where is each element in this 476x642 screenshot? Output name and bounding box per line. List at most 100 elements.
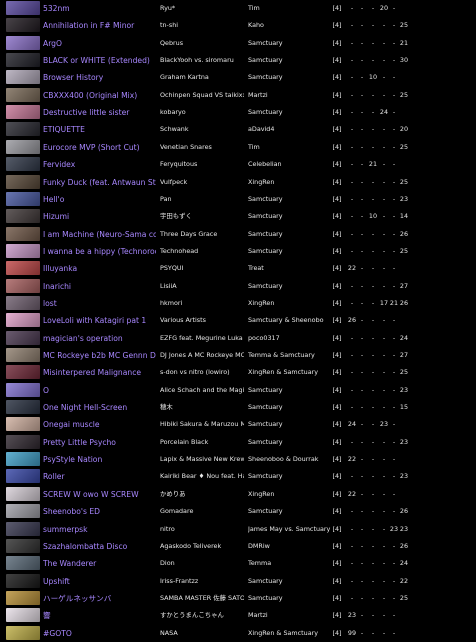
- song-title-link[interactable]: MC Rockeye b2b MC Gennn D kiff: [43, 347, 156, 364]
- table-row[interactable]: ArgO Qebrus Samctuary [4] - - - - -21: [0, 35, 476, 52]
- table-row[interactable]: ハーゲルネッサンバ SAMBA MASTER 佐藤 SATOH Samctuary […: [0, 590, 476, 607]
- song-title-link[interactable]: Fervidex: [43, 156, 156, 173]
- table-row[interactable]: summerpsk nitro James May vs. Samctuary [4]…: [0, 521, 476, 538]
- table-row[interactable]: LoveLoli with Katagiri pat 1 Various Arti…: [0, 312, 476, 329]
- song-title-link[interactable]: Browser History: [43, 69, 156, 86]
- song-title-link[interactable]: Eurocore MVP (Short Cut): [43, 139, 156, 156]
- song-thumbnail[interactable]: [6, 53, 40, 68]
- table-row[interactable]: CBXXX400 (Original Mix) Ochinpen Squad VS…: [0, 87, 476, 104]
- table-row[interactable]: Fervidex Feryquitous Celebelian [4] - -21- -: [0, 156, 476, 173]
- song-title-link[interactable]: Annihilation in F# Minor: [43, 17, 156, 34]
- song-title-link[interactable]: ハーゲルネッサンバ: [43, 590, 156, 607]
- song-title-link[interactable]: summerpsk: [43, 521, 156, 538]
- table-row[interactable]: Pretty Little Psycho Porcelain Black Samct…: [0, 434, 476, 451]
- song-title-link[interactable]: Roller: [43, 468, 156, 485]
- song-title-link[interactable]: Szazhalombatta Disco: [43, 538, 156, 555]
- table-row[interactable]: BLACK or WHITE (Extended) BlackYooh vs. s…: [0, 52, 476, 69]
- song-thumbnail[interactable]: [6, 469, 40, 484]
- table-row[interactable]: One Night Hell-Screen 穂木 Samctuary [4] - - - - -…: [0, 399, 476, 416]
- table-row[interactable]: Inarichi LisiiA Samctuary [4] - - - - -27: [0, 278, 476, 295]
- song-thumbnail[interactable]: [6, 365, 40, 380]
- table-row[interactable]: magician's operation EZFG feat. Megurine …: [0, 330, 476, 347]
- song-title-link[interactable]: SCREW W owo W SCREW: [43, 486, 156, 503]
- song-thumbnail[interactable]: [6, 608, 40, 623]
- song-thumbnail[interactable]: [6, 1, 40, 15]
- song-thumbnail[interactable]: [6, 452, 40, 467]
- song-thumbnail[interactable]: [6, 348, 40, 362]
- song-thumbnail[interactable]: [6, 486, 40, 501]
- song-thumbnail[interactable]: [6, 278, 40, 293]
- song-thumbnail[interactable]: [6, 139, 40, 154]
- table-row[interactable]: Eurocore MVP (Short Cut) Venetian Snares T…: [0, 139, 476, 156]
- table-row[interactable]: Browser History Graham Kartna Samctuary [4]…: [0, 69, 476, 86]
- song-thumbnail[interactable]: [6, 382, 40, 397]
- song-thumbnail[interactable]: [6, 35, 40, 50]
- song-thumbnail[interactable]: [6, 313, 40, 328]
- table-row[interactable]: 響すかとうまんこちゃん Martzi [4] 23- - - -: [0, 607, 476, 624]
- song-title-link[interactable]: Onegai muscle: [43, 416, 156, 433]
- song-title-link[interactable]: Illuyanka: [43, 260, 156, 277]
- song-thumbnail[interactable]: [6, 191, 40, 206]
- song-title-link[interactable]: 響: [43, 607, 156, 624]
- table-row[interactable]: Onegai muscle Hibiki Sakura & Maruzou Mac…: [0, 416, 476, 433]
- song-thumbnail[interactable]: [6, 625, 40, 640]
- table-row[interactable]: Upshift Iriss-Frantzz Samctuary [4] - - - - -22: [0, 573, 476, 590]
- table-row[interactable]: ETIQUETTE Schwank aDavid4 [4] - - - - -20: [0, 121, 476, 138]
- table-row[interactable]: PsyStyle Nation Lapix & Massive New Krew S…: [0, 451, 476, 468]
- song-thumbnail[interactable]: [6, 105, 40, 120]
- song-thumbnail[interactable]: [6, 400, 40, 415]
- song-title-link[interactable]: I am Machine (Neuro-Sama cover): [43, 226, 156, 243]
- table-row[interactable]: Roller Kairiki Bear ♦ Nou feat. Hatsune M…: [0, 468, 476, 485]
- song-thumbnail[interactable]: [6, 18, 40, 33]
- song-title-link[interactable]: #GOTO: [43, 625, 156, 642]
- song-thumbnail[interactable]: [6, 556, 40, 571]
- song-title-link[interactable]: Misinterpered Malignance: [43, 364, 156, 381]
- song-title-link[interactable]: Funky Duck (feat. Antwaun Stanley): [43, 174, 156, 191]
- song-thumbnail[interactable]: [6, 573, 40, 588]
- song-thumbnail[interactable]: [6, 417, 40, 432]
- song-title-link[interactable]: 532nm: [43, 0, 156, 17]
- table-row[interactable]: lost hkmori XingRen [4] - - -17 21 26: [0, 295, 476, 312]
- song-title-link[interactable]: Hell'o: [43, 191, 156, 208]
- song-title-link[interactable]: ETIQUETTE: [43, 121, 156, 138]
- table-row[interactable]: SCREW W owo W SCREW かめりあ XingRen [4] 22- - - -: [0, 486, 476, 503]
- table-row[interactable]: Funky Duck (feat. Antwaun Stanley) Vulfpe…: [0, 174, 476, 191]
- song-title-link[interactable]: I wanna be a hippy (Technoroch Remix): [43, 243, 156, 260]
- table-row[interactable]: I wanna be a hippy (Technoroch Remix) Tec…: [0, 243, 476, 260]
- table-row[interactable]: Misinterpered Malignance s-don vs nitro (…: [0, 364, 476, 381]
- table-row[interactable]: Szazhalombatta Disco Agaskodo Teliverek DM…: [0, 538, 476, 555]
- table-row[interactable]: MC Rockeye b2b MC Gennn D kiff DJ Jones A…: [0, 347, 476, 364]
- table-row[interactable]: Destructive little sister kobaryo Samctuar…: [0, 104, 476, 121]
- table-row[interactable]: Hizumi 宇田もずく Samctuary [4] - -10- -14: [0, 208, 476, 225]
- song-title-link[interactable]: BLACK or WHITE (Extended): [43, 52, 156, 69]
- song-title-link[interactable]: PsyStyle Nation: [43, 451, 156, 468]
- song-thumbnail[interactable]: [6, 261, 40, 276]
- song-title-link[interactable]: CBXXX400 (Original Mix): [43, 87, 156, 104]
- song-thumbnail[interactable]: [6, 521, 40, 536]
- song-title-link[interactable]: Pretty Little Psycho: [43, 434, 156, 451]
- song-title-link[interactable]: lost: [43, 295, 156, 312]
- song-thumbnail[interactable]: [6, 157, 40, 172]
- table-row[interactable]: O Alice Schach and the Magic Orchestra Sam…: [0, 382, 476, 399]
- song-thumbnail[interactable]: [6, 70, 40, 85]
- table-row[interactable]: Illuyanka PSYQUI Treat [4] 22- - - -: [0, 260, 476, 277]
- song-thumbnail[interactable]: [6, 243, 40, 258]
- song-thumbnail[interactable]: [6, 434, 40, 449]
- song-title-link[interactable]: Inarichi: [43, 278, 156, 295]
- song-title-link[interactable]: LoveLoli with Katagiri pat 1: [43, 312, 156, 329]
- song-title-link[interactable]: magician's operation: [43, 330, 156, 347]
- song-title-link[interactable]: O: [43, 382, 156, 399]
- table-row[interactable]: Sheenobo's ED Gomadare Samctuary [4] - - - - -26: [0, 503, 476, 520]
- song-thumbnail[interactable]: [6, 504, 40, 519]
- song-title-link[interactable]: Hizumi: [43, 208, 156, 225]
- song-thumbnail[interactable]: [6, 87, 40, 102]
- table-row[interactable]: The Wanderer Dion Temma [4] - - - - -24: [0, 555, 476, 572]
- table-row[interactable]: Annihilation in F# Minor tn-shi Kaho [4] - - -…: [0, 17, 476, 34]
- song-title-link[interactable]: Destructive little sister: [43, 104, 156, 121]
- song-title-link[interactable]: Sheenobo's ED: [43, 503, 156, 520]
- song-thumbnail[interactable]: [6, 209, 40, 224]
- song-thumbnail[interactable]: [6, 122, 40, 137]
- song-thumbnail[interactable]: [6, 295, 40, 310]
- table-row[interactable]: I am Machine (Neuro-Sama cover) Three Day…: [0, 226, 476, 243]
- table-row[interactable]: 532nm Ryu* Tim [4] - - -20-: [0, 0, 476, 17]
